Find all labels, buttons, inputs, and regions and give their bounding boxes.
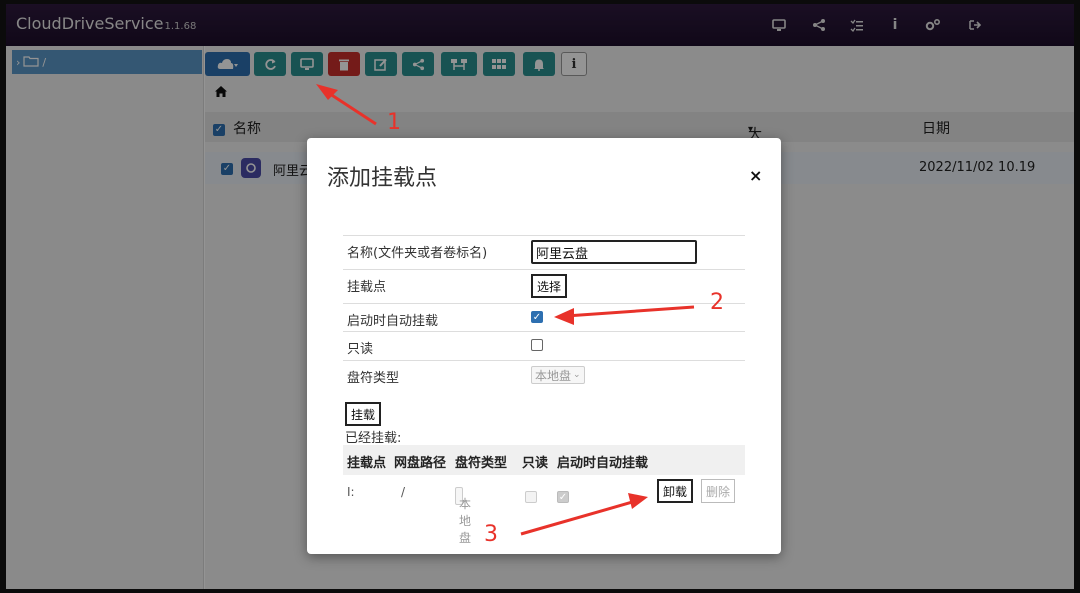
app-window: CloudDriveService1.1.68 i › / i ✓ 名称 大 ▾… — [6, 4, 1074, 589]
annotation-1: 1 — [387, 110, 401, 135]
annotation-2: 2 — [710, 290, 724, 315]
annotation-3: 3 — [484, 522, 498, 547]
annotation-arrows — [316, 84, 695, 536]
